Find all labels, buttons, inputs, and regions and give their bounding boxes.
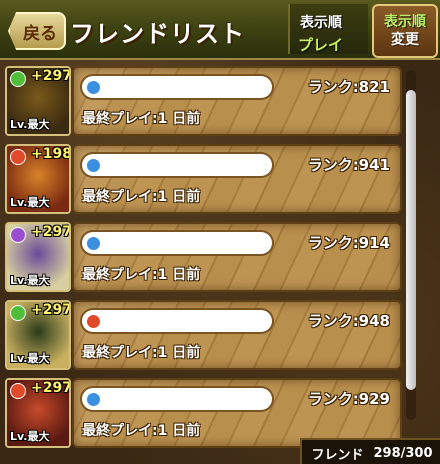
friend-rank: ランク:914 <box>307 234 390 252</box>
attribute-orb-icon <box>10 227 26 243</box>
level-label: Lv.最大 <box>10 118 50 131</box>
attribute-orb-icon <box>10 305 26 321</box>
friend-card[interactable]: ランク:948 最終プレイ:1 日前 <box>72 300 402 370</box>
sort-order-display: 表示順 プレイ <box>288 4 368 54</box>
back-button-label: 戻る <box>23 23 57 44</box>
monster-portrait[interactable]: +297 Lv.最大 <box>5 300 71 370</box>
scroll-thumb[interactable] <box>406 90 416 390</box>
level-label: Lv.最大 <box>10 430 50 443</box>
friend-row[interactable]: +198 Lv.最大 ランク:941 最終プレイ:1 日前 <box>0 140 420 214</box>
plus-value: +297 <box>31 224 71 240</box>
friend-attribute-orb-icon <box>86 392 101 407</box>
friend-rank: ランク:941 <box>307 156 390 174</box>
friend-name-field <box>82 310 272 332</box>
friend-attribute-orb-icon <box>86 80 101 95</box>
friend-row[interactable]: +297 Lv.最大 ランク:929 最終プレイ:1 日前 <box>0 374 420 448</box>
level-label: Lv.最大 <box>10 274 50 287</box>
sort-order-value: プレイ <box>298 36 344 54</box>
plus-value: +198 <box>31 146 71 162</box>
back-button[interactable]: 戻る <box>8 12 66 50</box>
friend-name-field <box>82 232 272 254</box>
friend-count-label: フレンド <box>311 447 364 463</box>
attribute-orb-icon <box>10 383 26 399</box>
last-play-label: 最終プレイ:1 日前 <box>82 267 201 283</box>
friend-card[interactable]: ランク:821 最終プレイ:1 日前 <box>72 66 402 136</box>
friend-name-field <box>82 154 272 176</box>
change-sort-label-1: 表示順 <box>384 14 426 30</box>
friend-name-field <box>82 76 272 98</box>
friend-name-field <box>82 388 272 410</box>
friend-row[interactable]: +297 Lv.最大 ランク:914 最終プレイ:1 日前 <box>0 218 420 292</box>
last-play-label: 最終プレイ:1 日前 <box>82 111 201 127</box>
level-label: Lv.最大 <box>10 196 50 209</box>
page-title: フレンドリスト <box>70 20 245 48</box>
friend-attribute-orb-icon <box>86 158 101 173</box>
last-play-label: 最終プレイ:1 日前 <box>82 345 201 361</box>
friend-row[interactable]: +297 Lv.最大 ランク:821 最終プレイ:1 日前 <box>0 62 420 136</box>
change-sort-label-2: 変更 <box>391 32 419 48</box>
monster-portrait[interactable]: +198 Lv.最大 <box>5 144 71 214</box>
plus-value: +297 <box>31 380 71 396</box>
friend-rank: ランク:821 <box>307 78 390 96</box>
last-play-label: 最終プレイ:1 日前 <box>82 423 201 439</box>
monster-portrait[interactable]: +297 Lv.最大 <box>5 66 71 136</box>
friend-card[interactable]: ランク:914 最終プレイ:1 日前 <box>72 222 402 292</box>
friend-count-value: 298/300 <box>373 445 433 461</box>
change-sort-button[interactable]: 表示順 変更 <box>372 4 438 58</box>
monster-portrait[interactable]: +297 Lv.最大 <box>5 378 71 448</box>
friend-count-footer: フレンド 298/300 <box>300 438 440 464</box>
monster-portrait[interactable]: +297 Lv.最大 <box>5 222 71 292</box>
attribute-orb-icon <box>10 71 26 87</box>
plus-value: +297 <box>31 68 71 84</box>
friend-attribute-orb-icon <box>86 236 101 251</box>
scrollbar[interactable] <box>406 70 416 420</box>
plus-value: +297 <box>31 302 71 318</box>
header-bar: 戻る フレンドリスト 表示順 プレイ 表示順 変更 <box>0 0 440 60</box>
friend-rank: ランク:929 <box>307 390 390 408</box>
friend-row[interactable]: +297 Lv.最大 ランク:948 最終プレイ:1 日前 <box>0 296 420 370</box>
friend-rank: ランク:948 <box>307 312 390 330</box>
friend-list-screen: 戻る フレンドリスト 表示順 プレイ 表示順 変更 +297 Lv.最大 ランク:8… <box>0 0 440 464</box>
last-play-label: 最終プレイ:1 日前 <box>82 189 201 205</box>
attribute-orb-icon <box>10 149 26 165</box>
friend-card[interactable]: ランク:941 最終プレイ:1 日前 <box>72 144 402 214</box>
level-label: Lv.最大 <box>10 352 50 365</box>
sort-order-title: 表示順 <box>300 15 342 31</box>
friend-attribute-orb-icon <box>86 314 101 329</box>
